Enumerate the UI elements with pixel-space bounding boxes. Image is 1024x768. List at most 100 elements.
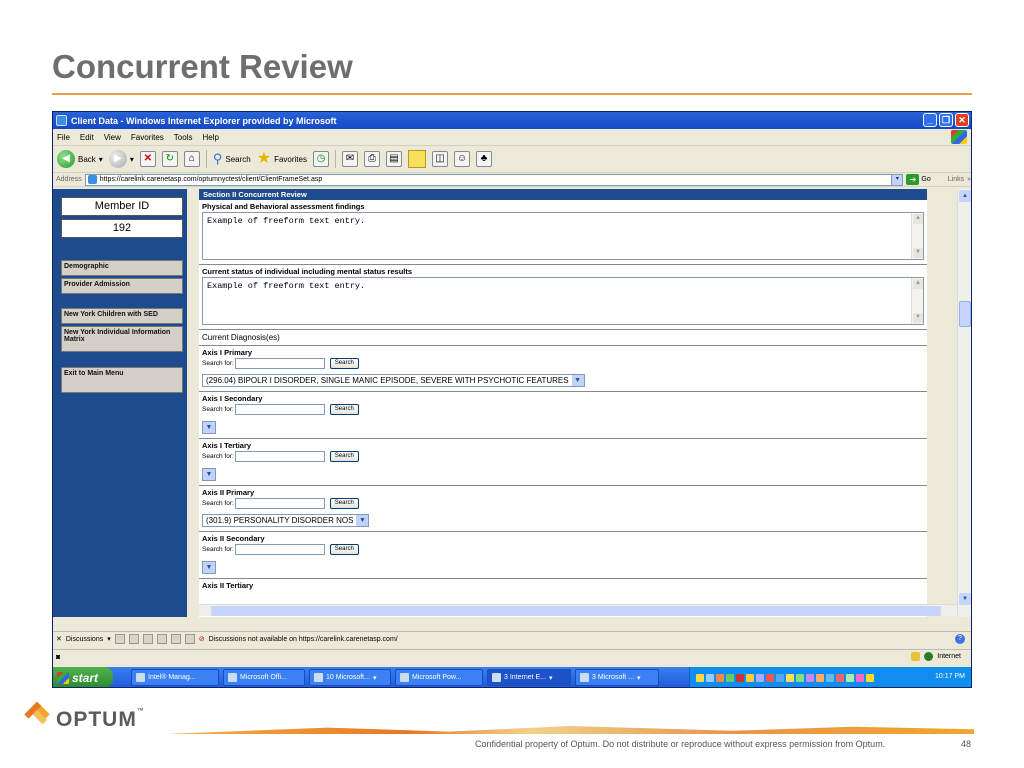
search-button[interactable]: Search [329,451,359,462]
tray-icon[interactable] [746,673,754,682]
forward-button[interactable]: ▶ ▾ [108,150,134,168]
go-button[interactable]: ➔ Go [906,174,931,185]
axis-title: Axis II Secondary [202,534,265,543]
tray-icon[interactable] [776,673,784,682]
window-titlebar[interactable]: Client Data - Windows Internet Explorer … [53,112,971,129]
maximize-button[interactable]: ❐ [939,113,953,127]
search-input[interactable] [234,358,325,369]
search-button[interactable]: Search [329,404,359,415]
taskbar-item[interactable]: Microsoft Offi... [223,669,305,686]
taskbar-item[interactable]: 3 Microsoft ... ▾ [575,669,659,686]
print-icon[interactable]: ⎙ [363,151,380,167]
menu-tools[interactable]: Tools [174,133,193,142]
diagnosis-select[interactable]: (301.9) PERSONALITY DISORDER NOS ▼ [202,514,370,527]
start-button[interactable]: start [53,667,113,687]
discussions-button[interactable]: Discussions [66,636,103,643]
tray-icon[interactable] [706,673,714,682]
menu-favorites[interactable]: Favorites [131,133,164,142]
diagnosis-select[interactable]: (296.04) BIPOLR I DISORDER, SINGLE MANIC… [202,374,585,387]
menu-view[interactable]: View [104,133,121,142]
taskbar-item[interactable]: 10 Microsoft... ▾ [309,669,391,686]
buddies-icon[interactable]: ♣ [475,151,492,167]
refresh-icon[interactable]: ↻ [161,151,178,167]
tray-icon[interactable] [836,673,844,682]
discussion-tool-icon[interactable] [184,634,195,644]
tray-icon[interactable] [766,673,774,682]
tray-icon[interactable] [726,673,734,682]
back-button[interactable]: ◀ Back ▾ [57,150,103,168]
search-input[interactable] [234,451,325,462]
taskbar-item[interactable]: 3 Internet E... ▾ [487,669,571,686]
diagnosis-select[interactable]: ▼ [202,561,216,574]
current-status-textarea[interactable]: Example of freeform text entry. ▲ ▼ [202,277,924,325]
tray-icon[interactable] [826,673,834,682]
favorites-button[interactable]: ★ Favorites [257,151,307,167]
tray-icon[interactable] [816,673,824,682]
textarea-scrollbar[interactable]: ▲ ▼ [911,213,923,259]
chevron-right-icon[interactable]: » [967,176,971,183]
menu-help[interactable]: Help [202,133,218,142]
menu-edit[interactable]: Edit [80,133,94,142]
address-input[interactable]: https://carelink.carenetasp.com/optumnyc… [84,173,904,186]
home-icon[interactable]: ⌂ [183,151,200,167]
nav-ny-children-sed[interactable]: New York Children with SED [61,308,183,324]
tray-icon[interactable] [796,673,804,682]
discussion-tool-icon[interactable] [142,634,153,644]
nav-demographic[interactable]: Demographic [61,260,183,276]
mail-icon[interactable]: ✉ [341,151,358,167]
tray-icon[interactable] [736,673,744,682]
help-icon[interactable]: ? [955,634,965,644]
discussion-tool-icon[interactable] [170,634,181,644]
search-button[interactable]: Search [329,544,359,555]
stop-icon[interactable]: ✕ [139,151,156,167]
search-input[interactable] [234,498,325,509]
messenger-icon[interactable]: ☺ [453,151,470,167]
tray-icon[interactable] [856,673,864,682]
search-button[interactable]: ⚲ Search [213,151,251,167]
tray-icon[interactable] [756,673,764,682]
research-icon[interactable]: ◫ [431,151,448,167]
tray-icon[interactable] [716,673,724,682]
scroll-thumb[interactable] [211,606,941,616]
tray-icon[interactable] [866,673,874,682]
history-icon[interactable]: ◷ [312,151,329,167]
notes-icon[interactable] [407,150,426,168]
minimize-button[interactable]: _ [923,113,937,127]
page-horizontal-scrollbar[interactable] [199,604,957,616]
tray-icon[interactable] [806,673,814,682]
scroll-thumb[interactable] [959,301,971,327]
diagnosis-select[interactable]: ▼ [202,468,216,481]
textarea-scrollbar[interactable]: ▲ ▼ [911,278,923,324]
nav-ny-individual-matrix[interactable]: New York Individual Information Matrix [61,326,183,352]
search-button[interactable]: Search [329,498,359,509]
taskbar-item[interactable]: Microsoft Pow... [395,669,483,686]
taskbar-item[interactable]: Intel® Manag... [131,669,219,686]
discussion-tool-icon[interactable] [156,634,167,644]
discussion-tool-icon[interactable] [114,634,125,644]
clock[interactable]: 10:17 PM [935,673,965,680]
diagnosis-select[interactable]: ▼ [202,421,216,434]
section-header: Section II Concurrent Review [199,189,927,200]
close-icon[interactable]: ✕ [56,635,62,643]
close-button[interactable]: ✕ [955,113,969,127]
scroll-down-icon[interactable]: ▼ [959,593,971,605]
edit-icon[interactable]: ▤ [385,151,402,167]
menu-file[interactable]: File [57,133,70,142]
tray-icon[interactable] [786,673,794,682]
search-for-label: Search for: [202,546,234,553]
scroll-up-icon[interactable]: ▲ [959,190,971,202]
search-input[interactable] [234,544,325,555]
tray-icon[interactable] [696,673,704,682]
page-vertical-scrollbar[interactable]: ▲ ▼ [957,189,971,617]
search-input[interactable] [234,404,325,415]
address-dropdown-icon[interactable]: ▾ [891,174,903,185]
search-button[interactable]: Search [329,358,359,369]
discussion-tool-icon[interactable] [128,634,139,644]
nav-provider-admission[interactable]: Provider Admission [61,278,183,294]
nav-exit-main-menu[interactable]: Exit to Main Menu [61,367,183,393]
tray-icon[interactable] [846,673,854,682]
current-status-label: Current status of individual including m… [202,267,413,276]
links-button[interactable]: Links [948,176,964,183]
footer-band [166,726,974,734]
physical-findings-textarea[interactable]: Example of freeform text entry. ▲ ▼ [202,212,924,260]
